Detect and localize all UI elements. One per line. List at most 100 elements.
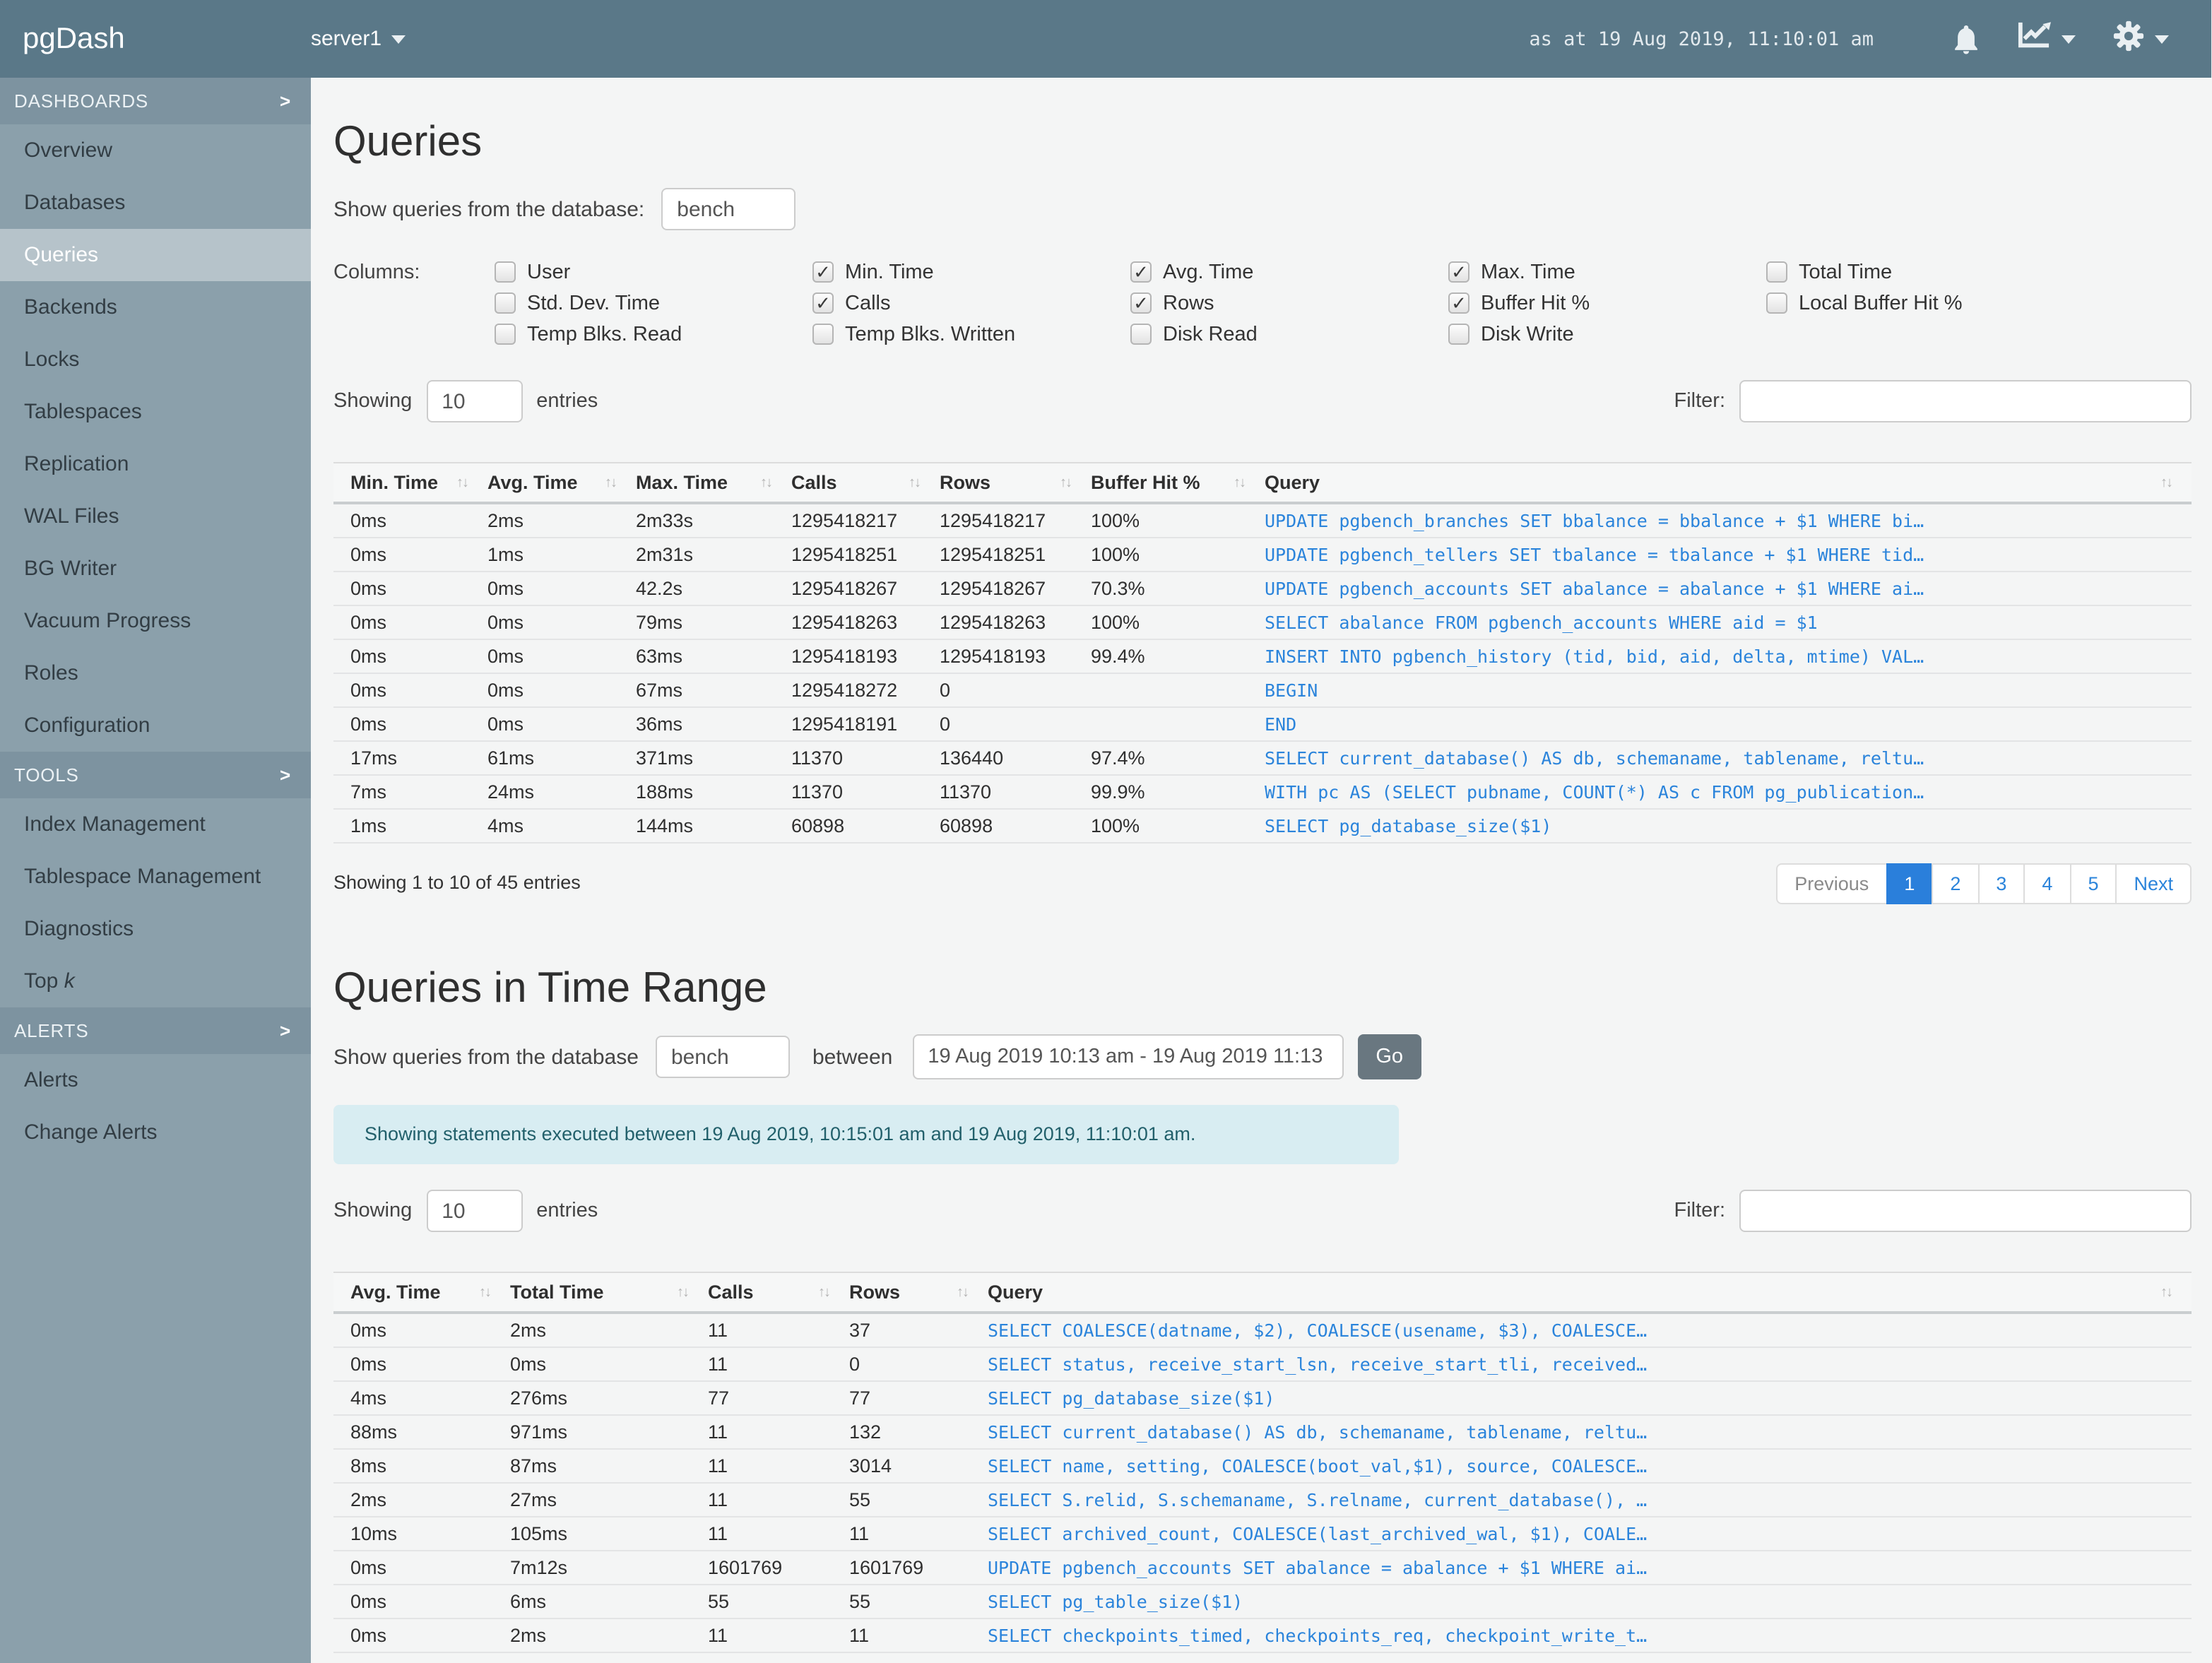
sidebar-item-diagnostics[interactable]: Diagnostics [0,903,311,955]
checkbox-calls[interactable]: ✓ Calls [812,292,1130,314]
time-range-input[interactable] [912,1034,1344,1079]
query-link[interactable]: WITH pc AS (SELECT pubname, COUNT(*) AS … [1265,781,1924,803]
checkbox-disk-write[interactable]: Disk Write [1448,323,1766,345]
column-header-rows[interactable]: Rows ↑↓ [849,1272,988,1314]
database-input[interactable] [661,188,796,230]
column-header-query[interactable]: Query ↑↓ [1265,463,2192,504]
sidebar-item-overview[interactable]: Overview [0,124,311,177]
settings-menu[interactable] [2112,19,2169,59]
sidebar-item-tablespace-management[interactable]: Tablespace Management [0,851,311,903]
sort-icon[interactable]: ↑↓ [1060,475,1072,490]
checkbox-unchecked-icon[interactable] [495,324,516,345]
checkbox-unchecked-icon[interactable] [1766,292,1787,314]
sort-icon[interactable]: ↑↓ [605,475,617,490]
checkbox-buffer-hit[interactable]: ✓ Buffer Hit % [1448,292,1766,314]
checkbox-disk-read[interactable]: Disk Read [1130,323,1448,345]
query-link[interactable]: BEGIN [1265,680,1318,701]
query-link[interactable]: UPDATE pgbench_accounts SET abalance = a… [1265,578,1924,599]
query-link[interactable]: SELECT pg_database_size($1) [1265,815,1551,836]
sort-icon[interactable]: ↑↓ [1234,475,1246,490]
column-header-avg-time[interactable]: Avg. Time ↑↓ [487,463,636,504]
page-4[interactable]: 4 [2023,863,2071,904]
sort-icon[interactable]: ↑↓ [2160,475,2173,490]
query-link[interactable]: END [1265,714,1296,735]
sidebar-item-top-k[interactable]: Top k [0,955,311,1007]
filter-input[interactable] [1739,1190,2192,1232]
filter-input[interactable] [1739,380,2192,422]
query-link[interactable]: SELECT checkpoints_timed, checkpoints_re… [988,1625,1647,1646]
query-link[interactable]: SELECT current_database() AS db, scheman… [988,1421,1647,1443]
query-link[interactable]: SELECT abalance FROM pgbench_accounts WH… [1265,612,1818,633]
column-header-rows[interactable]: Rows ↑↓ [940,463,1091,504]
checkbox-unchecked-icon[interactable] [1766,261,1787,283]
column-header-query[interactable]: Query ↑↓ [988,1272,2192,1314]
sidebar-item-vacuum-progress[interactable]: Vacuum Progress [0,595,311,647]
checkbox-local-buffer-hit[interactable]: Local Buffer Hit % [1766,292,2084,314]
checkbox-user[interactable]: User [495,261,812,283]
charts-menu[interactable] [2016,19,2076,59]
query-link[interactable]: INSERT INTO pgbench_history (tid, bid, a… [1265,646,1924,667]
page-previous[interactable]: Previous [1776,863,1888,904]
checkbox-checked-icon[interactable]: ✓ [1448,292,1469,314]
column-header-total-time[interactable]: Total Time ↑↓ [510,1272,708,1314]
query-link[interactable]: UPDATE pgbench_branches SET bbalance = b… [1265,510,1924,531]
page-1[interactable]: 1 [1886,863,1934,904]
query-link[interactable]: SELECT pg_database_size($1) [988,1387,1274,1409]
checkbox-avg-time[interactable]: ✓ Avg. Time [1130,261,1448,283]
sidebar-item-locks[interactable]: Locks [0,333,311,386]
sidebar-item-wal-files[interactable]: WAL Files [0,490,311,543]
entries-count-input[interactable] [426,1190,523,1232]
brand-logo[interactable]: pgDash [0,22,311,56]
sort-icon[interactable]: ↑↓ [2160,1284,2173,1300]
sidebar-section-tools[interactable]: TOOLS > [0,752,311,798]
sidebar-item-bg-writer[interactable]: BG Writer [0,543,311,595]
sidebar-item-change-alerts[interactable]: Change Alerts [0,1106,311,1159]
go-button[interactable]: Go [1357,1034,1422,1079]
entries-count-input[interactable] [426,380,523,422]
checkbox-unchecked-icon[interactable] [495,261,516,283]
checkbox-unchecked-icon[interactable] [495,292,516,314]
sidebar-item-queries[interactable]: Queries [0,229,311,281]
checkbox-checked-icon[interactable]: ✓ [1448,261,1469,283]
checkbox-min-time[interactable]: ✓ Min. Time [812,261,1130,283]
query-link[interactable]: SELECT COALESCE(datname, $2), COALESCE(u… [988,1320,1647,1341]
column-header-calls[interactable]: Calls ↑↓ [708,1272,849,1314]
sidebar-item-configuration[interactable]: Configuration [0,699,311,752]
sidebar-section-dashboards[interactable]: DASHBOARDS > [0,78,311,124]
sidebar-item-tablespaces[interactable]: Tablespaces [0,386,311,438]
sidebar-item-replication[interactable]: Replication [0,438,311,490]
server-selector[interactable]: server1 [311,27,406,51]
sidebar-item-backends[interactable]: Backends [0,281,311,333]
checkbox-unchecked-icon[interactable] [1130,324,1152,345]
column-header-calls[interactable]: Calls ↑↓ [791,463,940,504]
sort-icon[interactable]: ↑↓ [677,1284,690,1300]
query-link[interactable]: SELECT name, setting, COALESCE(boot_val,… [988,1455,1647,1476]
checkbox-temp-blks-written[interactable]: Temp Blks. Written [812,323,1130,345]
query-link[interactable]: UPDATE pgbench_accounts SET abalance = a… [988,1557,1647,1578]
checkbox-unchecked-icon[interactable] [812,324,834,345]
query-link[interactable]: SELECT current_database() AS db, scheman… [1265,747,1924,769]
query-link[interactable]: UPDATE pgbench_tellers SET tbalance = tb… [1265,544,1924,565]
query-link[interactable]: SELECT pg_table_size($1) [988,1591,1243,1612]
checkbox-checked-icon[interactable]: ✓ [812,292,834,314]
page-next[interactable]: Next [2115,863,2192,904]
checkbox-std-dev-time[interactable]: Std. Dev. Time [495,292,812,314]
checkbox-checked-icon[interactable]: ✓ [1130,261,1152,283]
sort-icon[interactable]: ↑↓ [909,475,921,490]
sidebar-item-roles[interactable]: Roles [0,647,311,699]
sidebar-item-index-management[interactable]: Index Management [0,798,311,851]
sort-icon[interactable]: ↑↓ [479,1284,492,1300]
sort-icon[interactable]: ↑↓ [818,1284,831,1300]
checkbox-unchecked-icon[interactable] [1448,324,1469,345]
column-header-max-time[interactable]: Max. Time ↑↓ [636,463,791,504]
column-header-min-time[interactable]: Min. Time ↑↓ [333,463,487,504]
checkbox-temp-blks-read[interactable]: Temp Blks. Read [495,323,812,345]
checkbox-checked-icon[interactable]: ✓ [1130,292,1152,314]
column-header-buffer-hit[interactable]: Buffer Hit % ↑↓ [1091,463,1265,504]
checkbox-total-time[interactable]: Total Time [1766,261,2084,283]
sort-icon[interactable]: ↑↓ [456,475,469,490]
query-link[interactable]: SELECT S.relid, S.schemaname, S.relname,… [988,1489,1647,1510]
query-link[interactable]: SELECT status, receive_start_lsn, receiv… [988,1354,1647,1375]
database-input[interactable] [655,1036,790,1078]
notifications-bell-icon[interactable] [1953,23,1980,55]
